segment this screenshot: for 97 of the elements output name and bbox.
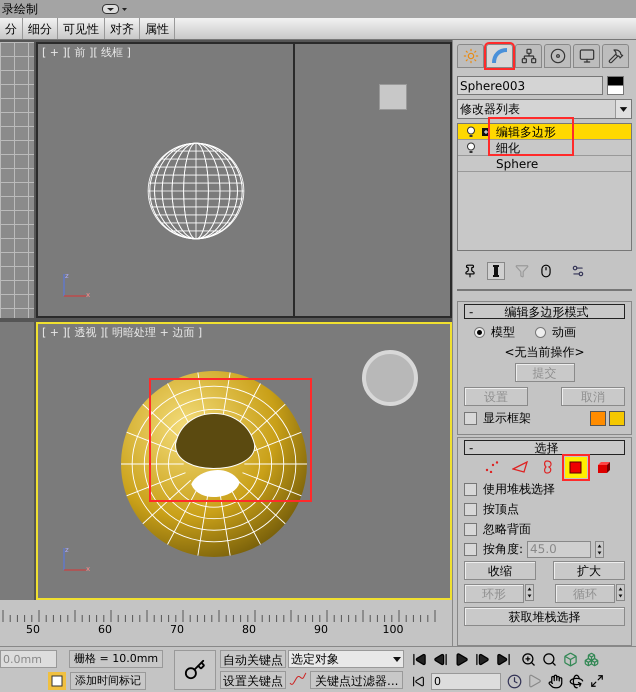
- key-icon: [184, 659, 206, 681]
- key-target-dropdown[interactable]: 选定对象: [288, 650, 404, 668]
- panel-button[interactable]: 收缩: [464, 561, 536, 580]
- radio-label: 模型: [491, 324, 515, 341]
- auto-key-button[interactable]: 自动关键点: [220, 650, 286, 668]
- radio-label: 动画: [552, 324, 576, 341]
- ruler-label: 70: [169, 622, 185, 638]
- command-tab[interactable]: [573, 44, 600, 68]
- ruler-label: 60: [97, 622, 113, 638]
- hammer-icon: [608, 48, 624, 64]
- object-color-swatch[interactable]: [607, 76, 624, 95]
- vertex-icon: [484, 461, 498, 473]
- collapse-glyph: -: [469, 306, 474, 318]
- light-bulb-icon[interactable]: [466, 142, 476, 154]
- rollout-title: 选择: [534, 442, 560, 454]
- zoom-icon[interactable]: [521, 652, 536, 666]
- color-swatch[interactable]: [590, 410, 606, 426]
- selection-level-button[interactable]: [564, 456, 586, 478]
- stack-bar-icon: [492, 265, 500, 277]
- ruler-label: 100: [382, 622, 404, 638]
- curve-icon: [492, 48, 508, 64]
- time-ruler[interactable]: 50 60 70 80 90 100: [0, 600, 452, 646]
- command-tab[interactable]: [544, 44, 571, 68]
- command-tab[interactable]: [602, 44, 629, 68]
- stack-item-label: 细化: [496, 142, 520, 154]
- time-config-icon[interactable]: [507, 674, 522, 688]
- checkbox[interactable]: [464, 502, 477, 516]
- set-key-button[interactable]: [174, 650, 216, 690]
- panel-button[interactable]: 扩大: [553, 561, 625, 580]
- stack-item-label: 编辑多边形: [496, 126, 556, 138]
- monitor-icon: [578, 48, 594, 64]
- ruler-label: 50: [25, 622, 41, 638]
- ribbon-tab[interactable]: 可见性: [58, 18, 105, 39]
- rollout-title: 编辑多边形模式: [504, 306, 590, 318]
- frame-field[interactable]: 0: [431, 672, 501, 690]
- light-bulb-icon[interactable]: [466, 126, 476, 138]
- go-to-start-icon[interactable]: [412, 652, 427, 666]
- add-time-tag-button[interactable]: 添加时间标记: [70, 672, 146, 690]
- set-key-mode-button[interactable]: 设置关键点: [220, 671, 286, 689]
- checkbox-label: 使用堆栈选择: [483, 481, 555, 498]
- rollout-header[interactable]: - 选择: [464, 440, 625, 455]
- stack-toggle-button[interactable]: [487, 262, 505, 280]
- operation-status: <无当前操作>: [503, 344, 586, 361]
- spinner-icon[interactable]: [525, 584, 534, 601]
- stack-item[interactable]: Sphere: [458, 156, 631, 172]
- square-icon: [569, 460, 582, 474]
- zoom-all-icon[interactable]: [542, 652, 557, 666]
- hierarchy-icon: [520, 48, 536, 64]
- next-frame-icon[interactable]: [475, 652, 490, 666]
- checkbox-label: 按角度:: [483, 541, 524, 558]
- menu-title[interactable]: 录绘制: [2, 0, 38, 18]
- border-loop-icon: [542, 460, 552, 474]
- panel-button[interactable]: 获取堆栈选择: [464, 607, 625, 626]
- modifier-dropdown[interactable]: 修改器列表: [457, 99, 632, 119]
- ribbon-tab[interactable]: 属性: [140, 18, 175, 39]
- object-name-field[interactable]: Sphere003: [457, 76, 603, 95]
- triangle-outline-icon: [512, 461, 528, 473]
- cube-icon: [596, 460, 610, 474]
- radio-button[interactable]: [535, 326, 546, 338]
- caret-icon: [615, 100, 631, 118]
- maximize-icon[interactable]: [590, 674, 604, 688]
- ribbon-tab[interactable]: 对齐: [105, 18, 140, 39]
- checkbox-label: 按顶点: [483, 501, 519, 518]
- ruler-label: 90: [313, 622, 329, 638]
- checkbox[interactable]: [464, 482, 477, 496]
- previous-frame-icon[interactable]: [433, 652, 448, 666]
- key-filters-button[interactable]: 关键点过滤器...: [310, 671, 404, 689]
- stack-item-label: Sphere: [496, 158, 538, 170]
- configure-icon[interactable]: [571, 264, 585, 278]
- disc-icon: [550, 48, 566, 64]
- modifier-stack-list[interactable]: 编辑多边形 细化 Sphere: [457, 123, 632, 251]
- pin-icon[interactable]: [463, 264, 477, 278]
- color-swatch[interactable]: [609, 410, 625, 426]
- time-tag-icon[interactable]: [48, 672, 66, 690]
- ribbon-tab[interactable]: 分: [0, 18, 23, 39]
- spinner-icon[interactable]: [616, 584, 625, 601]
- ruler-label: 80: [241, 622, 257, 638]
- checkbox-label: 显示框架: [483, 410, 531, 427]
- rollout-header[interactable]: - 编辑多边形模式: [464, 304, 625, 319]
- stack-item[interactable]: 编辑多边形: [458, 124, 631, 140]
- checkbox-label: 忽略背面: [483, 521, 531, 538]
- ribbon-tab[interactable]: 细分: [23, 18, 58, 39]
- checkbox[interactable]: [464, 412, 477, 424]
- command-tab[interactable]: [515, 44, 542, 68]
- go-to-end-icon[interactable]: [496, 652, 511, 666]
- checkbox[interactable]: [464, 522, 477, 536]
- stack-item[interactable]: 细化: [458, 140, 631, 156]
- dropdown-icon[interactable]: [102, 3, 128, 15]
- radio-button[interactable]: [474, 326, 485, 338]
- spinner-icon[interactable]: [595, 540, 604, 558]
- mouse-icon[interactable]: [539, 264, 553, 278]
- grid-size-readout: 栅格 = 10.0mm: [69, 650, 164, 668]
- collapse-glyph: -: [469, 442, 474, 454]
- pan-icon[interactable]: [548, 674, 563, 688]
- sun-icon: [462, 48, 478, 64]
- orbit-icon[interactable]: [569, 674, 584, 688]
- play-icon[interactable]: [454, 652, 469, 666]
